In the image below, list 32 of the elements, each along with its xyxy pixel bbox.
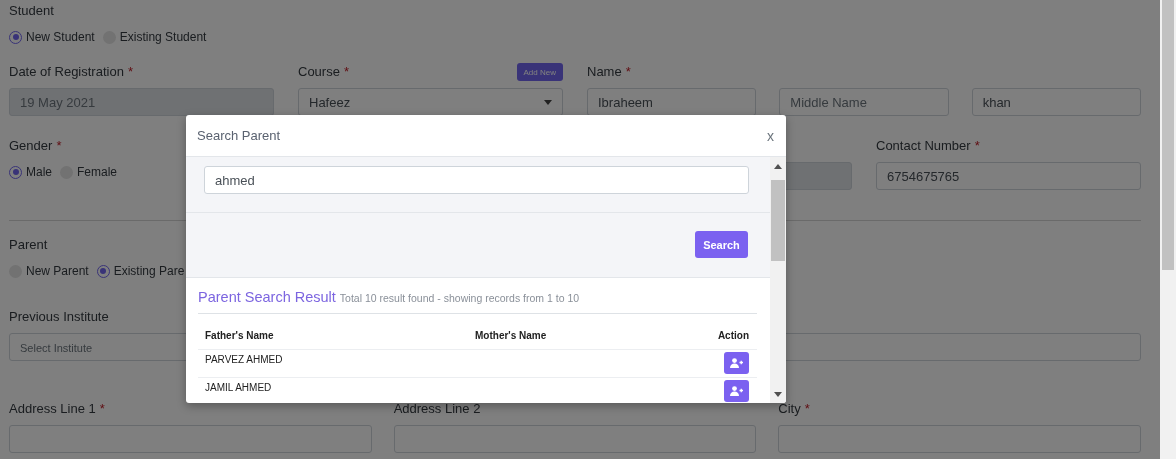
table-cell-text: PARVEZ AHMED (204, 353, 284, 367)
field-label: Name (587, 64, 622, 79)
required-mark: * (99, 401, 105, 416)
modal-title: Search Parent (197, 128, 281, 143)
radio-label: Male (26, 165, 52, 179)
required-mark: * (127, 64, 133, 79)
required-mark: * (343, 64, 349, 79)
column-header: Action (716, 330, 750, 341)
radio-label: Existing Pare (113, 264, 185, 278)
result-summary: Total 10 result found - showing records from 1 to 10 (339, 292, 580, 304)
required-mark: * (56, 138, 62, 153)
table-cell-text: JAMIL AHMED (204, 381, 273, 395)
field-label: City (778, 401, 801, 416)
section-label: Parent (9, 237, 48, 253)
radio-label: Existing Student (119, 30, 207, 44)
field-label: Address Line 1 (9, 401, 96, 416)
field-label: Previous Institute (9, 309, 109, 325)
result-heading: Parent Search Result (198, 289, 336, 305)
radio-label: New Student (26, 30, 95, 44)
field-label: Address Line 2 (393, 401, 481, 417)
field-label: Contact Number (876, 138, 971, 153)
field-label: Gender (9, 138, 53, 153)
radio-label: Female (77, 165, 118, 179)
radio-label: New Parent (26, 264, 89, 278)
column-header: Father's Name (204, 330, 275, 341)
field-label: Date of Registration (9, 64, 124, 79)
required-mark: * (974, 138, 980, 153)
column-header: Mother's Name (474, 330, 548, 341)
required-mark: * (804, 401, 810, 416)
section-label: Student (9, 3, 54, 19)
field-label: Course (298, 64, 340, 79)
required-mark: * (625, 64, 631, 79)
